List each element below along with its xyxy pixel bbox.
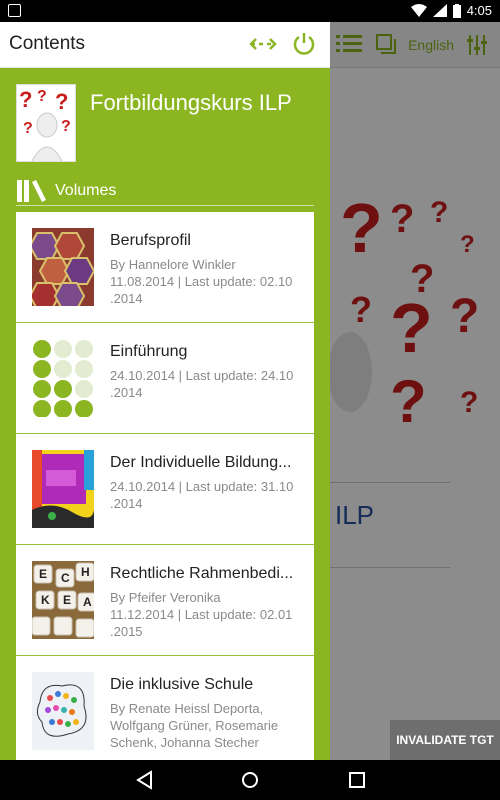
svg-text:K: K	[41, 593, 50, 607]
volume-thumbnail	[32, 672, 94, 750]
volume-item-rechtliche-rahmenbedingungen[interactable]: ECH KEA Rechtliche Rahmenbedi... By Pfei…	[16, 545, 314, 656]
volume-dates: 11.08.2014 | Last update: 02.10 .2014	[110, 274, 293, 306]
volume-dates: 11.12.2014 | Last update: 02.01 .2015	[110, 607, 293, 639]
volume-meta: 24.10.2014 | Last update: 24.10 .2014	[110, 367, 302, 401]
volume-author: By Hannelore Winkler	[110, 257, 236, 272]
volume-dates: 24.10.2014 | Last update: 31.10 .2014	[110, 479, 294, 511]
clock: 4:05	[466, 3, 492, 18]
volume-item-einfuehrung[interactable]: Einführung 24.10.2014 | Last update: 24.…	[16, 323, 314, 434]
volume-title: Berufsprofil	[110, 232, 191, 249]
volume-title: Rechtliche Rahmenbedi...	[110, 565, 294, 582]
volume-item-individuelle-bildung[interactable]: Der Individuelle Bildung... 24.10.2014 |…	[16, 434, 314, 545]
navigation-drawer: Contents ??? ?? Fortbildungskurs ILP Vol…	[0, 22, 330, 760]
image-notification-icon	[8, 4, 21, 17]
volumes-section-header: Volumes	[0, 178, 330, 208]
volume-author: By Pfeifer Veronika	[110, 590, 221, 605]
svg-text:?: ?	[37, 88, 47, 105]
volume-meta: By Renate Heissl Deporta, Wolfgang Grüne…	[110, 700, 302, 751]
books-icon	[17, 180, 46, 202]
volume-dates: 24.10.2014 | Last update: 24.10 .2014	[110, 368, 294, 400]
volume-title: Die inklusive Schule	[110, 676, 254, 693]
course-title: Fortbildungskurs ILP	[90, 90, 292, 115]
wifi-icon	[410, 4, 427, 17]
volume-thumbnail	[32, 339, 94, 417]
volume-list: Berufsprofil By Hannelore Winkler 11.08.…	[16, 212, 314, 760]
svg-text:E: E	[63, 593, 71, 607]
svg-text:?: ?	[61, 118, 71, 135]
volumes-label: Volumes	[55, 182, 117, 199]
recents-icon[interactable]	[347, 770, 367, 790]
volume-thumbnail: ECH KEA	[32, 561, 94, 639]
volume-author: By Renate Heissl Deporta, Wolfgang Grüne…	[110, 701, 279, 750]
volume-title: Einführung	[110, 343, 188, 360]
expand-arrows-icon[interactable]	[248, 34, 278, 54]
volume-title: Der Individuelle Bildung...	[110, 454, 292, 471]
svg-text:?: ?	[55, 89, 68, 114]
volume-thumbnail	[32, 228, 94, 306]
drawer-title: Contents	[9, 33, 86, 54]
system-navigation-bar	[0, 760, 500, 800]
volume-item-berufsprofil[interactable]: Berufsprofil By Hannelore Winkler 11.08.…	[16, 212, 314, 323]
volume-meta: By Pfeifer Veronika 11.12.2014 | Last up…	[110, 589, 302, 640]
volume-item-inklusive-schule[interactable]: Die inklusive Schule By Renate Heissl De…	[16, 656, 314, 760]
status-bar: 4:05	[0, 0, 500, 22]
svg-text:A: A	[83, 595, 92, 609]
volume-meta: By Hannelore Winkler 11.08.2014 | Last u…	[110, 256, 302, 307]
invalidate-tgt-button[interactable]: INVALIDATE TGT	[390, 720, 500, 760]
drawer-header: Contents	[0, 22, 330, 68]
battery-icon	[452, 3, 461, 18]
home-icon[interactable]	[240, 770, 260, 790]
course-header[interactable]: ??? ?? Fortbildungskurs ILP	[0, 68, 330, 178]
svg-text:C: C	[61, 571, 70, 585]
power-icon[interactable]	[292, 32, 316, 56]
back-icon[interactable]	[135, 770, 155, 790]
signal-icon	[432, 4, 447, 17]
svg-text:?: ?	[19, 87, 32, 112]
svg-text:?: ?	[23, 120, 33, 137]
svg-text:H: H	[81, 565, 90, 579]
volume-thumbnail	[32, 450, 94, 528]
svg-text:E: E	[39, 567, 47, 581]
divider	[16, 205, 314, 206]
course-thumbnail: ??? ??	[16, 84, 76, 162]
volume-meta: 24.10.2014 | Last update: 31.10 .2014	[110, 478, 302, 512]
